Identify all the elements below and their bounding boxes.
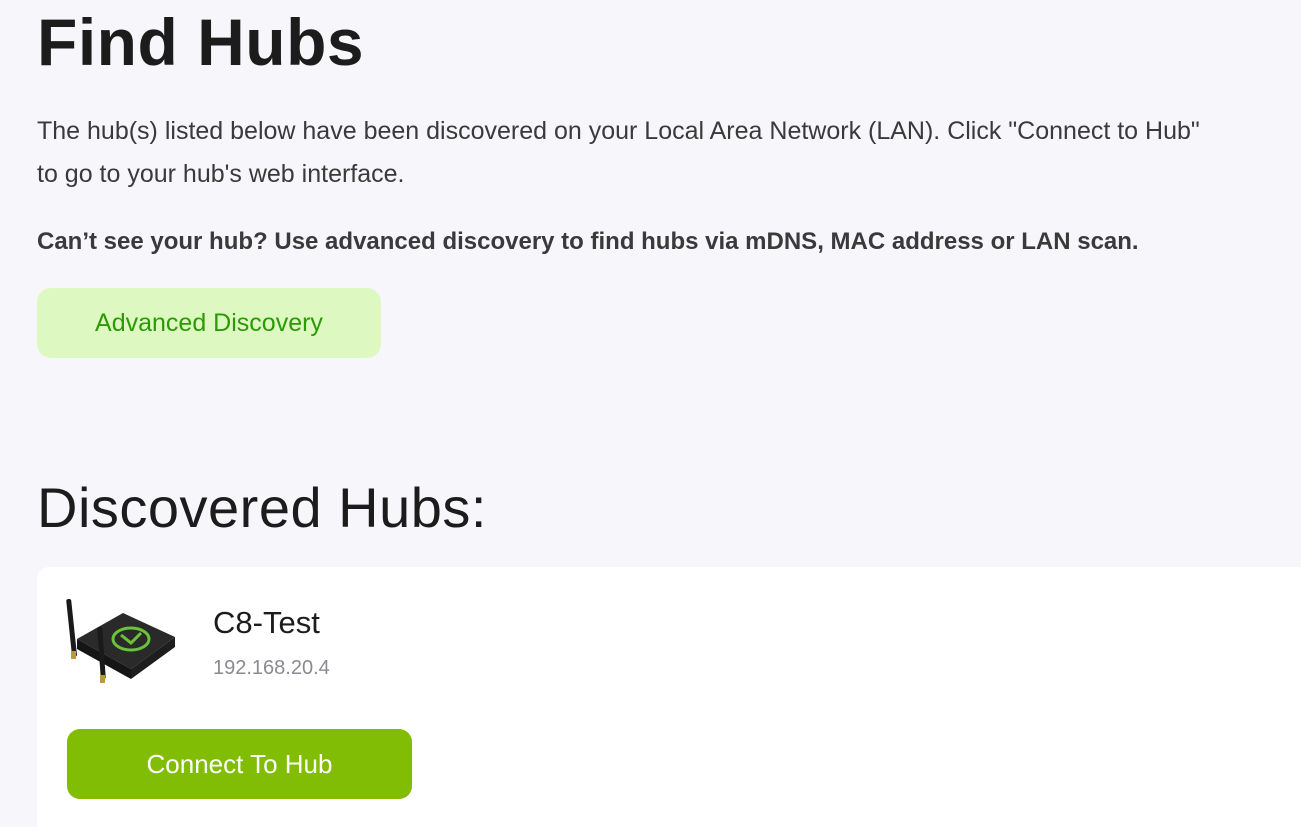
hub-card: C8-Test 192.168.20.4 Connect To Hub: [37, 567, 1301, 827]
intro-text: The hub(s) listed below have been discov…: [37, 117, 1200, 188]
connect-to-hub-button[interactable]: Connect To Hub: [67, 729, 412, 799]
find-hubs-page: Find Hubs The hub(s) listed below have b…: [37, 0, 1301, 827]
hub-device-icon: [65, 597, 179, 687]
page-title: Find Hubs: [37, 5, 365, 79]
advanced-discovery-button[interactable]: Advanced Discovery: [37, 288, 381, 358]
advanced-discovery-hint: Can’t see your hub? Use advanced discove…: [37, 228, 1139, 255]
discovered-hubs-title: Discovered Hubs:: [37, 476, 487, 539]
hub-name: C8-Test: [213, 605, 320, 640]
hub-ip-address: 192.168.20.4: [213, 657, 330, 679]
